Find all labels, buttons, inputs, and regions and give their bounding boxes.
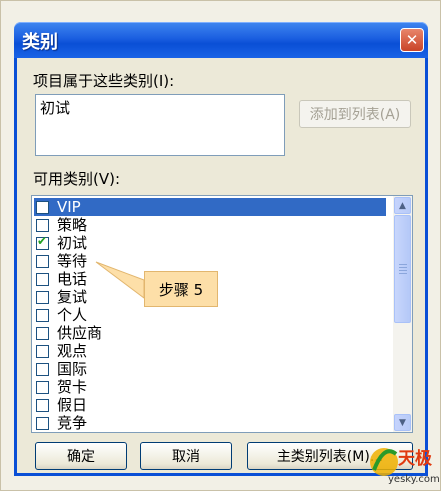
scroll-thumb[interactable] [394,215,411,323]
category-label: 贺卡 [57,378,88,396]
category-item[interactable]: VIP [34,198,386,216]
category-checkbox[interactable] [36,254,49,268]
category-label: 等待 [57,252,88,270]
ok-button[interactable]: 确定 [35,442,127,470]
category-label: 个人 [57,306,88,324]
step-annotation: 步骤 5 [144,271,218,307]
category-item[interactable]: 策略 [34,216,386,234]
cancel-button[interactable]: 取消 [140,442,232,470]
close-icon: ✕ [405,31,419,49]
category-item[interactable]: 贺卡 [34,378,386,396]
assigned-label-text: 项目属于这些类别 [33,72,154,90]
category-label: 假日 [57,396,88,414]
window-title: 类别 [22,32,58,53]
assigned-value: 初试 [40,99,71,117]
category-checkbox-checked[interactable] [36,234,49,250]
category-checkbox[interactable] [36,362,49,376]
category-checkbox[interactable] [36,218,49,232]
category-item[interactable]: 个人 [34,306,386,324]
category-checkbox[interactable] [36,308,49,322]
category-label: VIP [55,198,83,216]
assigned-categories-label: 项目属于这些类别(I): [33,70,174,91]
category-checkbox[interactable] [36,200,49,214]
available-label-text: 可用类别 [33,170,94,188]
category-checkbox[interactable] [36,272,49,286]
watermark-brand: 天极 [398,449,432,469]
category-item[interactable]: 供应商 [34,324,386,342]
category-checkbox[interactable] [36,344,49,358]
category-label: 观点 [57,342,88,360]
category-label: 复试 [57,288,88,306]
categories-dialog: 项目属于这些类别(I): 初试 添加到列表(A) 可用类别(V): VIP策略初… [14,58,428,476]
available-categories-list[interactable]: VIP策略初试等待电话复试个人供应商观点国际贺卡假日竞争 ▲ ▼ [31,195,413,433]
category-item[interactable]: 初试 [34,234,386,252]
scroll-down-arrow-icon[interactable]: ▼ [394,414,411,431]
category-label: 初试 [57,234,88,252]
category-label: 策略 [57,216,88,234]
category-label: 电话 [57,270,88,288]
category-checkbox[interactable] [36,326,49,340]
category-item[interactable]: 等待 [34,252,386,270]
category-item[interactable]: 观点 [34,342,386,360]
close-button[interactable]: ✕ [400,28,424,52]
category-item[interactable]: 假日 [34,396,386,414]
category-checkbox[interactable] [36,290,49,304]
category-label: 供应商 [57,324,103,342]
category-item[interactable]: 竞争 [34,414,386,432]
yesky-logo: 天极 yesky.com [370,448,440,485]
category-item[interactable]: 国际 [34,360,386,378]
watermark-site: yesky.com [388,474,440,485]
category-checkbox[interactable] [36,398,49,412]
category-checkbox[interactable] [36,380,49,394]
category-checkbox[interactable] [36,416,49,430]
add-to-list-button[interactable]: 添加到列表(A) [299,100,411,128]
assigned-categories-input[interactable]: 初试 [35,94,285,156]
scroll-up-arrow-icon[interactable]: ▲ [394,197,411,214]
assigned-hotkey: (I): [153,72,175,90]
grip-icon [399,264,407,274]
title-bar: 类别 ✕ [14,22,428,58]
category-label: 国际 [57,360,88,378]
category-label: 竞争 [57,414,88,432]
vertical-scrollbar[interactable]: ▲ ▼ [393,196,412,432]
available-hotkey: (V): [93,170,121,188]
available-categories-label: 可用类别(V): [33,168,120,189]
